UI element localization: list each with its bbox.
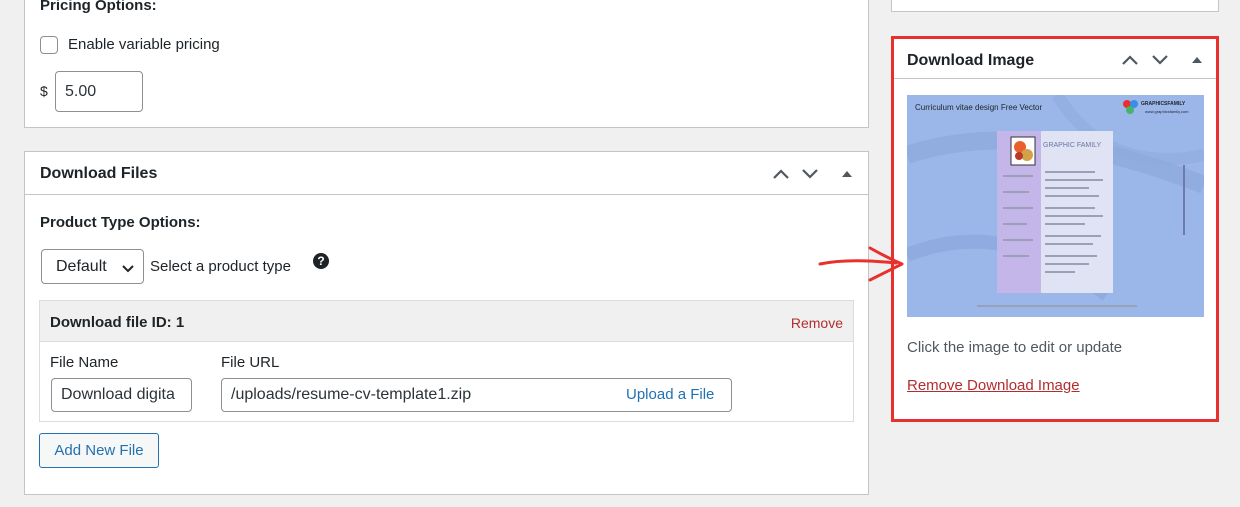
download-image-preview[interactable]: Curriculum vitae design Free Vector GRAP… [907, 95, 1204, 317]
preview-card-name: GRAPHIC FAMILY [1043, 142, 1102, 149]
file-row-body: File Name Download digita File URL /uplo… [40, 342, 853, 421]
download-file-id: Download file ID: 1 [50, 314, 185, 331]
move-down-icon[interactable] [799, 163, 821, 185]
collapse-toggle-icon[interactable] [1186, 49, 1208, 71]
download-image-panel: Download Image Curriculum vitae design F… [891, 36, 1219, 422]
chevron-down-icon [121, 261, 135, 279]
download-file-row: Download file ID: 1 Remove File Name Dow… [39, 300, 854, 422]
annotation-arrow-icon [818, 246, 904, 282]
preview-brand-url: www.graphicsfamily.com [1145, 109, 1189, 114]
file-name-input[interactable]: Download digita [51, 378, 192, 412]
add-new-file-button[interactable]: Add New File [39, 433, 159, 468]
product-type-hint: Select a product type [150, 258, 291, 275]
move-down-icon[interactable] [1149, 49, 1171, 71]
remove-download-image-link[interactable]: Remove Download Image [907, 377, 1080, 394]
file-url-label: File URL [221, 354, 280, 371]
download-image-title: Download Image [907, 52, 1035, 69]
remove-file-link[interactable]: Remove [791, 315, 843, 331]
file-url-value: /uploads/resume-cv-template1.zip [231, 386, 472, 403]
download-file-row-header: Download file ID: 1 Remove [40, 301, 853, 342]
pricing-options-panel: Pricing Options: Enable variable pricing… [24, 0, 869, 128]
product-type-label: Product Type Options: [40, 214, 201, 231]
download-image-header: Download Image [894, 39, 1216, 79]
product-type-select[interactable]: Default [41, 249, 144, 284]
download-image-hint: Click the image to edit or update [907, 339, 1123, 356]
help-icon[interactable]: ? [313, 253, 329, 269]
preview-brand: GRAPHICSFAMILY [1141, 101, 1186, 107]
currency-symbol: $ [40, 83, 48, 99]
product-type-select-value: Default [56, 257, 107, 275]
preview-title: Curriculum vitae design Free Vector [915, 103, 1043, 112]
variable-pricing-checkbox[interactable] [40, 36, 58, 54]
move-up-icon[interactable] [1119, 49, 1141, 71]
download-files-title: Download Files [40, 165, 158, 182]
download-files-panel: Download Files Product Type Options: Def… [24, 151, 869, 495]
sidebar-top-panel [891, 0, 1219, 12]
upload-file-link[interactable]: Upload a File [626, 386, 714, 403]
file-name-label: File Name [50, 354, 119, 371]
variable-pricing-label: Enable variable pricing [68, 36, 220, 53]
price-input[interactable]: 5.00 [55, 71, 143, 112]
collapse-toggle-icon[interactable] [836, 163, 858, 185]
move-up-icon[interactable] [770, 163, 792, 185]
pricing-options-title: Pricing Options: [40, 0, 157, 14]
download-files-header: Download Files [25, 152, 868, 195]
